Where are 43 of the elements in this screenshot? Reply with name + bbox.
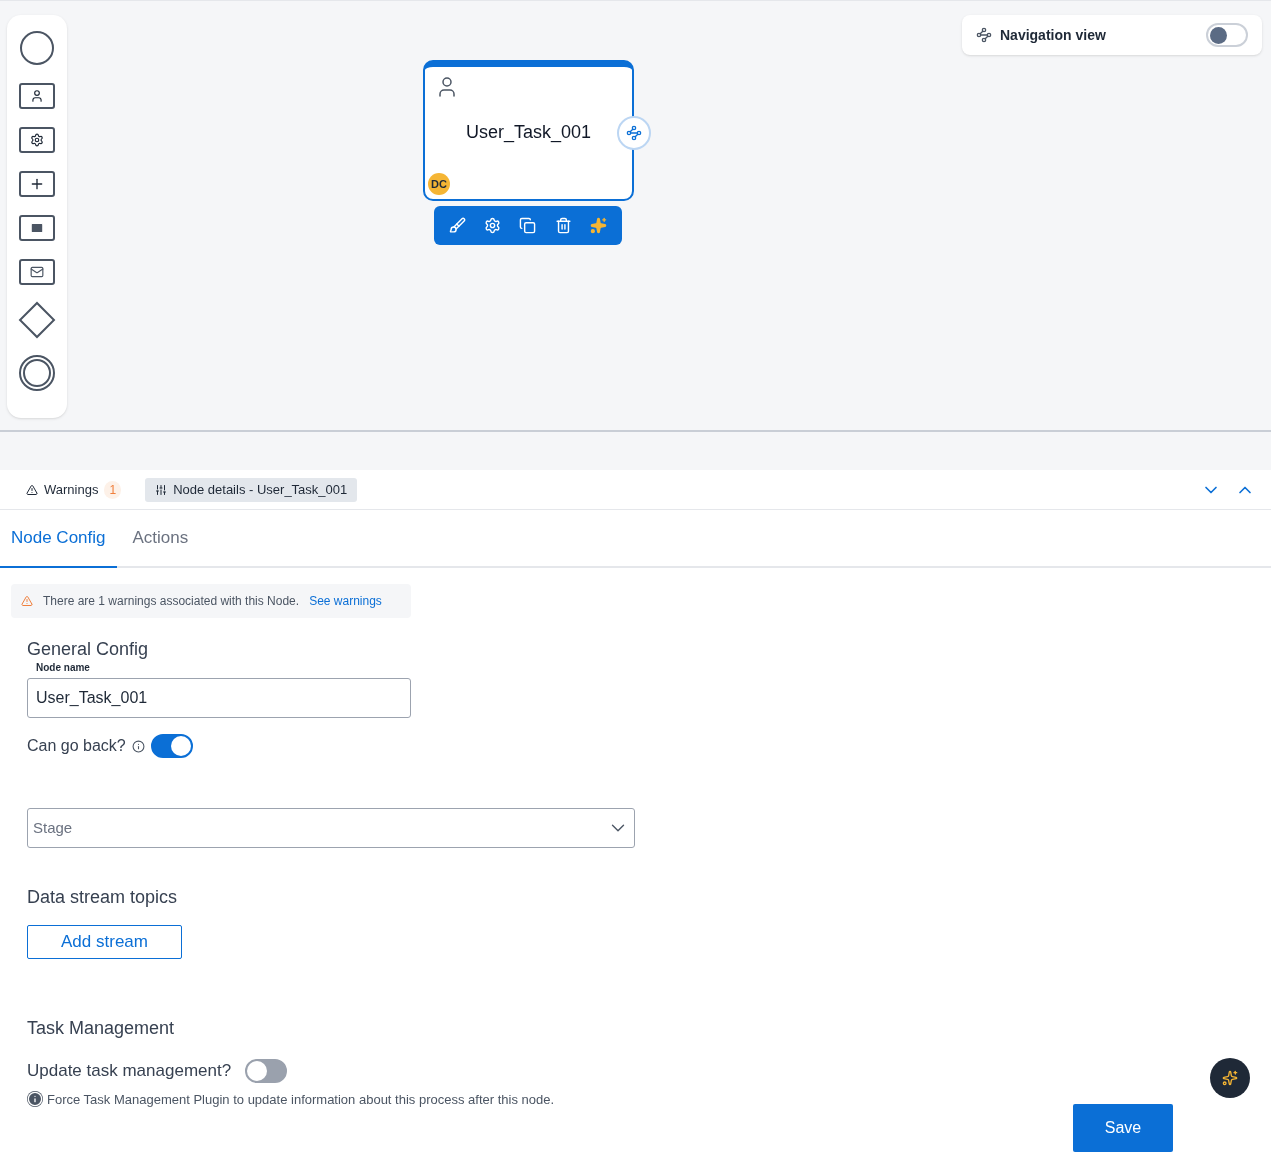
sparkles-icon <box>589 217 607 234</box>
add-stream-button[interactable]: Add stream <box>27 925 182 959</box>
ai-assistant-button[interactable] <box>1210 1058 1250 1098</box>
section-heading: Data stream topics <box>27 886 179 909</box>
navigation-label: Navigation view <box>1000 25 1107 45</box>
connect-handle[interactable] <box>617 116 651 150</box>
settings-icon <box>484 217 502 234</box>
panel-tab[interactable]: Warnings 1 <box>16 477 132 502</box>
info-icon <box>27 1091 43 1108</box>
panel-tab[interactable]: Node details - User_Task_001 <box>145 477 358 502</box>
info-text: Force Task Management Plugin to update information about this process after this node. <box>47 1090 555 1109</box>
save-button[interactable]: Save <box>1073 1104 1173 1152</box>
update-task-toggle[interactable] <box>245 1058 288 1083</box>
section-heading: Task Management <box>27 1017 176 1040</box>
update-task-label: Update task management? <box>27 1060 232 1082</box>
route-icon <box>976 27 992 43</box>
gear-task-icon[interactable] <box>19 127 55 153</box>
plus-task-icon[interactable] <box>19 171 55 197</box>
task-node[interactable]: User_Task_001 DC <box>423 60 634 201</box>
warning-icon <box>26 483 38 496</box>
brush-icon <box>449 217 467 234</box>
copy-icon <box>519 217 537 234</box>
warning-icon <box>21 595 33 607</box>
alert-text: There are 1 warnings associated with this Node. <box>43 593 300 610</box>
can-go-back-toggle[interactable] <box>150 734 193 758</box>
trash-icon <box>554 217 572 234</box>
see-warnings-link[interactable]: See warnings <box>309 592 382 610</box>
sparkles-icon <box>1222 1070 1238 1086</box>
assignee-avatar: DC <box>428 173 450 195</box>
node-name-field[interactable]: User_Task_001 <box>27 678 411 718</box>
user-task-icon[interactable] <box>19 83 55 109</box>
info-icon <box>131 739 145 753</box>
navigation-toggle[interactable] <box>1206 23 1248 47</box>
node-title: User_Task_001 <box>464 121 593 145</box>
stage-select[interactable]: Stage <box>27 808 635 848</box>
field-label: Node name <box>36 661 91 675</box>
can-go-back-label: Can go back? <box>27 736 126 756</box>
envelope-outline-task-icon[interactable] <box>19 259 55 285</box>
config-tab[interactable]: Node Config <box>0 510 117 568</box>
section-heading: General Config <box>27 638 150 660</box>
warning-count: 1 <box>104 480 122 499</box>
config-tab[interactable]: Actions <box>121 510 200 568</box>
sliders-icon <box>155 483 168 496</box>
